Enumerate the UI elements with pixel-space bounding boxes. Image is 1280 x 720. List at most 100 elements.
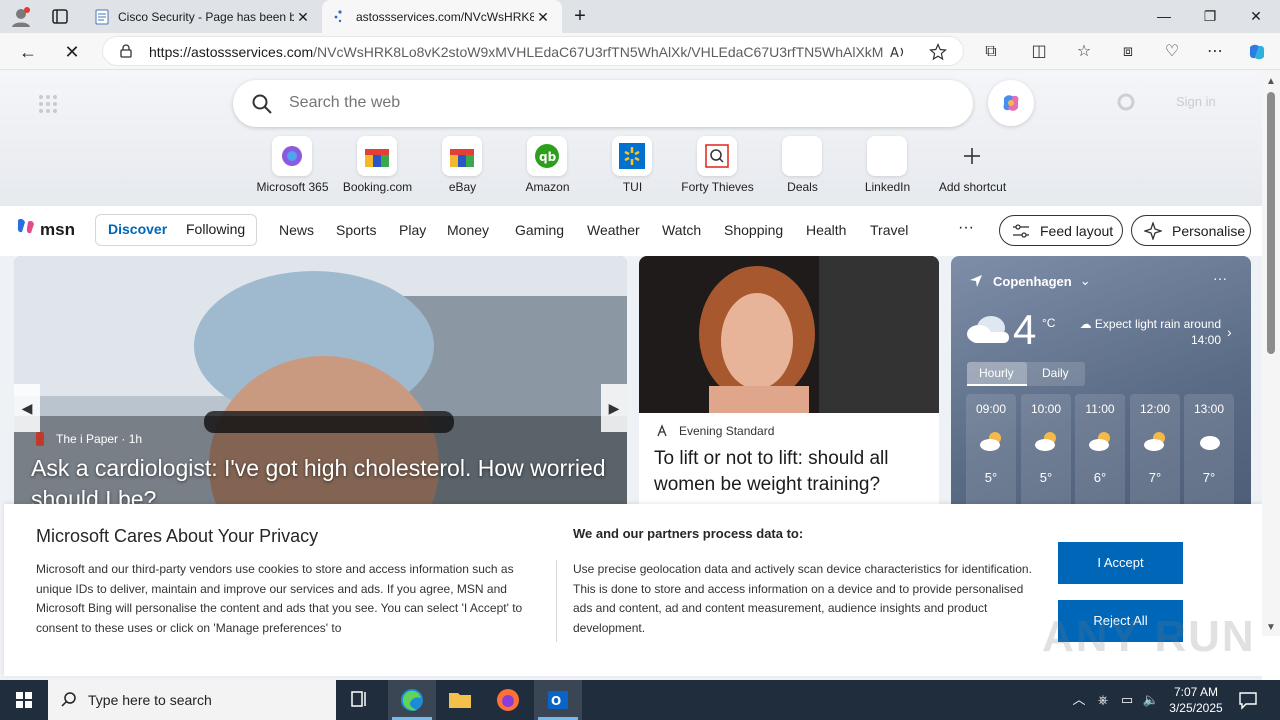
shortcut-amazon[interactable]: qb Amazon xyxy=(505,136,590,200)
sign-in-link[interactable]: Sign in xyxy=(1176,94,1216,109)
restore-button[interactable]: ❐ xyxy=(1187,4,1233,28)
plus-icon xyxy=(964,148,980,164)
windows-start-icon[interactable] xyxy=(0,680,48,720)
nav-gaming[interactable]: Gaming xyxy=(515,222,564,238)
settings-more-icon[interactable]: ⋯ xyxy=(1204,41,1226,63)
shortcut-tile xyxy=(782,136,822,176)
scroll-down-arrow-icon[interactable]: ▼ xyxy=(1265,622,1277,634)
scrollbar-thumb[interactable] xyxy=(1267,92,1275,354)
minimize-button[interactable]: — xyxy=(1141,4,1187,28)
nav-health[interactable]: Health xyxy=(806,222,846,238)
windows-taskbar: Type here to search O ︿ ⎈ ▭ 🔈 7:07 AM 3/… xyxy=(0,680,1280,720)
system-clock[interactable]: 7:07 AM 3/25/2025 xyxy=(1162,684,1230,716)
feed-layout-button[interactable]: Feed layout xyxy=(999,215,1123,246)
shortcut-microsoft-365[interactable]: Microsoft 365 xyxy=(250,136,335,200)
file-explorer-icon[interactable] xyxy=(436,680,484,720)
close-icon[interactable]: ✕ xyxy=(294,8,312,26)
nav-money[interactable]: Money xyxy=(447,222,489,238)
discover-tab[interactable]: Discover xyxy=(108,221,167,237)
search-input[interactable] xyxy=(289,92,929,114)
network-icon[interactable]: ▭ xyxy=(1118,691,1136,709)
carousel-next-button[interactable]: ▶ xyxy=(601,384,627,432)
close-icon[interactable]: ✕ xyxy=(534,8,552,26)
accept-button[interactable]: I Accept xyxy=(1058,542,1183,584)
hero-news-card[interactable]: ◀ ▶ The i Paper · 1h Ask a cardiologist:… xyxy=(14,256,627,516)
shortcut-forty-thieves[interactable]: Forty Thieves xyxy=(675,136,760,200)
close-window-button[interactable]: ✕ xyxy=(1233,4,1279,28)
personalise-button[interactable]: Personalise xyxy=(1131,215,1251,246)
shortcut-deals[interactable]: Deals xyxy=(760,136,845,200)
copilot-icon[interactable] xyxy=(1246,41,1268,63)
shortcut-tui[interactable]: TUI xyxy=(590,136,675,200)
nav-sports[interactable]: Sports xyxy=(336,222,376,238)
back-button[interactable]: ← xyxy=(14,38,42,66)
hourly-forecast-item[interactable]: 13:00 7° xyxy=(1184,394,1234,514)
browser-essentials-icon[interactable]: ♡ xyxy=(1161,41,1183,63)
tab-actions-icon[interactable] xyxy=(48,6,72,28)
more-options-icon[interactable]: ··· xyxy=(1213,270,1227,286)
task-view-icon[interactable] xyxy=(336,680,384,720)
following-tab[interactable]: Following xyxy=(186,221,245,237)
hourly-forecast-item[interactable]: 10:00 5° xyxy=(1021,394,1071,514)
feed-toggle: Discover Following xyxy=(95,214,257,246)
nav-shopping[interactable]: Shopping xyxy=(724,222,783,238)
address-bar[interactable]: https://astossservices.com/NVcWsHRK8Lo8v… xyxy=(102,36,964,66)
weather-card[interactable]: Copenhagen ⌄ ··· 4 °C ☁ Expect light rai… xyxy=(951,256,1251,516)
weather-summary[interactable]: ☁ Expect light rain around 14:00 xyxy=(1071,316,1221,348)
edge-taskbar-app[interactable] xyxy=(388,680,436,720)
page-scrollbar[interactable]: ▲ ▼ xyxy=(1262,70,1280,636)
shortcut-booking-com[interactable]: Booking.com xyxy=(335,136,420,200)
volume-icon[interactable]: 🔈 xyxy=(1142,691,1160,709)
split-screen-icon[interactable]: ◫ xyxy=(1028,41,1050,63)
scroll-up-arrow-icon[interactable]: ▲ xyxy=(1265,76,1277,88)
url-text[interactable]: https://astossservices.com/NVcWsHRK8Lo8v… xyxy=(149,44,883,60)
weather-location[interactable]: Copenhagen ⌄ xyxy=(969,273,1091,289)
hero-source-text: The i Paper · 1h xyxy=(56,432,143,446)
chevron-up-icon[interactable]: ︿ xyxy=(1070,691,1088,709)
svg-text:A: A xyxy=(890,46,899,61)
hourly-tab[interactable]: Hourly xyxy=(979,366,1014,380)
favorite-star-icon[interactable] xyxy=(929,43,947,61)
news-card[interactable]: Evening Standard To lift or not to lift:… xyxy=(639,256,939,516)
copilot-button[interactable] xyxy=(988,80,1034,126)
hourly-forecast-item[interactable]: 11:00 6° xyxy=(1075,394,1125,514)
shortcut-ebay[interactable]: eBay xyxy=(420,136,505,200)
firefox-icon[interactable] xyxy=(484,680,532,720)
new-tab-button[interactable]: + xyxy=(568,5,592,29)
collections-icon[interactable]: ⧈ xyxy=(1117,41,1139,63)
notifications-icon[interactable] xyxy=(1238,690,1258,710)
carousel-prev-button[interactable]: ◀ xyxy=(14,384,40,432)
nav-play[interactable]: Play xyxy=(399,222,426,238)
msn-logo-icon[interactable]: msn xyxy=(16,216,86,242)
shortcut-tile: qb xyxy=(527,136,567,176)
extensions-icon[interactable]: ⧉ xyxy=(980,41,1002,63)
taskbar-search[interactable]: Type here to search xyxy=(48,680,336,720)
tab-cisco-security[interactable]: Cisco Security - Page has been bl ✕ xyxy=(84,0,322,33)
nav-weather[interactable]: Weather xyxy=(587,222,640,238)
web-search-box[interactable] xyxy=(233,80,973,127)
shortcut-add-shortcut[interactable]: Add shortcut xyxy=(930,136,1015,200)
lock-icon[interactable] xyxy=(119,44,133,58)
shortcut-tile xyxy=(442,136,482,176)
hourly-forecast-item[interactable]: 09:00 5° xyxy=(966,394,1016,514)
news-headline[interactable]: To lift or not to lift: should all women… xyxy=(654,446,930,498)
shortcut-linkedin[interactable]: LinkedIn xyxy=(845,136,930,200)
stop-loading-button[interactable]: ✕ xyxy=(58,38,86,66)
more-nav-icon[interactable]: ··· xyxy=(958,219,974,237)
gear-icon[interactable] xyxy=(1116,92,1136,112)
read-aloud-icon[interactable]: A xyxy=(889,43,907,61)
favorites-icon[interactable]: ☆ xyxy=(1073,41,1095,63)
cloud-icon xyxy=(967,316,1009,343)
nav-travel[interactable]: Travel xyxy=(870,222,908,238)
temperature-unit[interactable]: °C xyxy=(1042,316,1055,330)
nav-news[interactable]: News xyxy=(279,222,314,238)
nav-watch[interactable]: Watch xyxy=(662,222,701,238)
profile-icon[interactable] xyxy=(10,6,32,28)
usb-device-icon[interactable]: ⎈ xyxy=(1094,691,1112,709)
tab-astossservices[interactable]: astossservices.com/NVcWsHRK8L ✕ xyxy=(322,0,562,33)
apps-launcher-icon[interactable] xyxy=(38,94,58,114)
outlook-taskbar-app[interactable]: O xyxy=(534,680,582,720)
hourly-forecast-item[interactable]: 12:00 7° xyxy=(1130,394,1180,514)
daily-tab[interactable]: Daily xyxy=(1042,366,1069,380)
chevron-right-icon[interactable]: › xyxy=(1227,324,1232,340)
